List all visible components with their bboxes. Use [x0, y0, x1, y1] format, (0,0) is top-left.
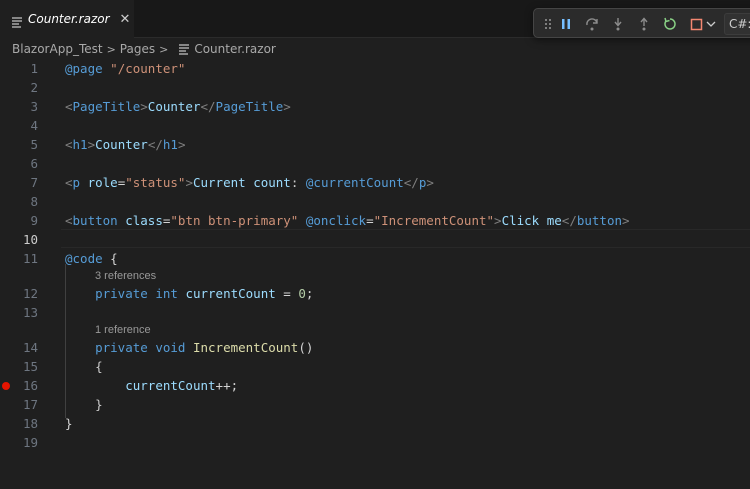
code-line-3[interactable]: 3 <PageTitle>Counter</PageTitle> [0, 97, 750, 116]
debug-toolbar: C#: [533, 8, 750, 38]
code-line-1[interactable]: 1 @page "/counter" [0, 59, 750, 78]
codelens-references[interactable]: 3 references [95, 269, 156, 284]
step-into-icon[interactable] [608, 14, 628, 34]
code-line-8[interactable]: 8 [0, 192, 750, 211]
code-text: private void IncrementCount() [95, 340, 314, 355]
chevron-right-icon: > [106, 42, 116, 56]
restart-icon[interactable] [660, 14, 680, 34]
line-number: 14 [22, 340, 38, 355]
line-number: 19 [22, 435, 38, 450]
tab-counter-razor[interactable]: Counter.razor ✕ [0, 0, 134, 38]
code-line-12[interactable]: 12 private int currentCount = 0; [0, 284, 750, 303]
code-line-18[interactable]: 18 } [0, 414, 750, 433]
code-text: } [65, 397, 103, 412]
code-editor[interactable]: 1 @page "/counter" 2 3 <PageTitle>Counte… [0, 58, 750, 489]
code-line-16[interactable]: 16 currentCount++; [0, 376, 750, 395]
code-text: @page "/counter" [65, 61, 186, 76]
file-lines-icon [178, 43, 190, 55]
code-text: currentCount++; [125, 378, 239, 393]
line-number: 4 [30, 118, 38, 133]
line-number: 18 [22, 416, 38, 431]
breadcrumb-folder[interactable]: Pages [120, 42, 155, 56]
pause-icon[interactable] [556, 14, 576, 34]
step-out-icon[interactable] [634, 14, 654, 34]
code-line-14[interactable]: 14 private void IncrementCount() [0, 338, 750, 357]
code-text: private int currentCount = 0; [95, 286, 314, 301]
line-number: 6 [30, 156, 38, 171]
code-line-6[interactable]: 6 [0, 154, 750, 173]
line-number: 17 [22, 397, 38, 412]
line-number: 9 [30, 213, 38, 228]
code-text: @code { [65, 251, 118, 266]
line-number: 13 [22, 305, 38, 320]
line-number: 15 [22, 359, 38, 374]
line-number: 16 [22, 378, 38, 393]
code-line-9[interactable]: 9 <button class="btn btn-primary" @oncli… [0, 211, 750, 230]
code-line-13[interactable]: 13 [0, 303, 750, 322]
step-over-icon[interactable] [582, 14, 602, 34]
code-line-7[interactable]: 7 <p role="status">Current count: @curre… [0, 173, 750, 192]
code-text: <PageTitle>Counter</PageTitle> [65, 99, 291, 114]
line-number: 11 [22, 251, 38, 266]
line-number: 12 [22, 286, 38, 301]
gripper-icon[interactable] [538, 14, 558, 34]
code-text: } [65, 416, 73, 431]
code-line-19[interactable]: 19 [0, 433, 750, 452]
code-line-11[interactable]: 11 @code { [0, 249, 750, 268]
line-number: 3 [30, 99, 38, 114]
chevron-down-icon[interactable] [704, 14, 718, 34]
code-line-2[interactable]: 2 [0, 78, 750, 97]
line-number: 1 [30, 61, 38, 76]
stop-icon[interactable] [686, 14, 706, 34]
breadcrumb-project[interactable]: BlazorApp_Test [12, 42, 103, 56]
line-number: 10 [22, 232, 38, 247]
code-line-17[interactable]: 17 } [0, 395, 750, 414]
code-line-5[interactable]: 5 <h1>Counter</h1> [0, 135, 750, 154]
chevron-right-icon: > [159, 42, 169, 56]
line-number: 7 [30, 175, 38, 190]
file-lines-icon [11, 13, 23, 28]
codelens-references[interactable]: 1 reference [95, 323, 151, 338]
tab-label: Counter.razor [28, 12, 110, 26]
code-line-10[interactable]: 10 [0, 230, 750, 249]
debug-language-select[interactable]: C#: [724, 13, 750, 35]
code-text: <h1>Counter</h1> [65, 137, 186, 152]
code-text: <button class="btn btn-primary" @onclick… [65, 213, 630, 228]
line-number: 2 [30, 80, 38, 95]
close-icon[interactable]: ✕ [120, 12, 131, 27]
breadcrumb-file[interactable]: Counter.razor [194, 42, 276, 56]
code-text: { [65, 359, 103, 374]
code-line-15[interactable]: 15 { [0, 357, 750, 376]
breadcrumb: BlazorApp_Test > Pages > Counter.razor [12, 40, 276, 58]
code-text: <p role="status">Current count: @current… [65, 175, 434, 190]
line-number: 8 [30, 194, 38, 209]
line-number: 5 [30, 137, 38, 152]
code-line-4[interactable]: 4 [0, 116, 750, 135]
